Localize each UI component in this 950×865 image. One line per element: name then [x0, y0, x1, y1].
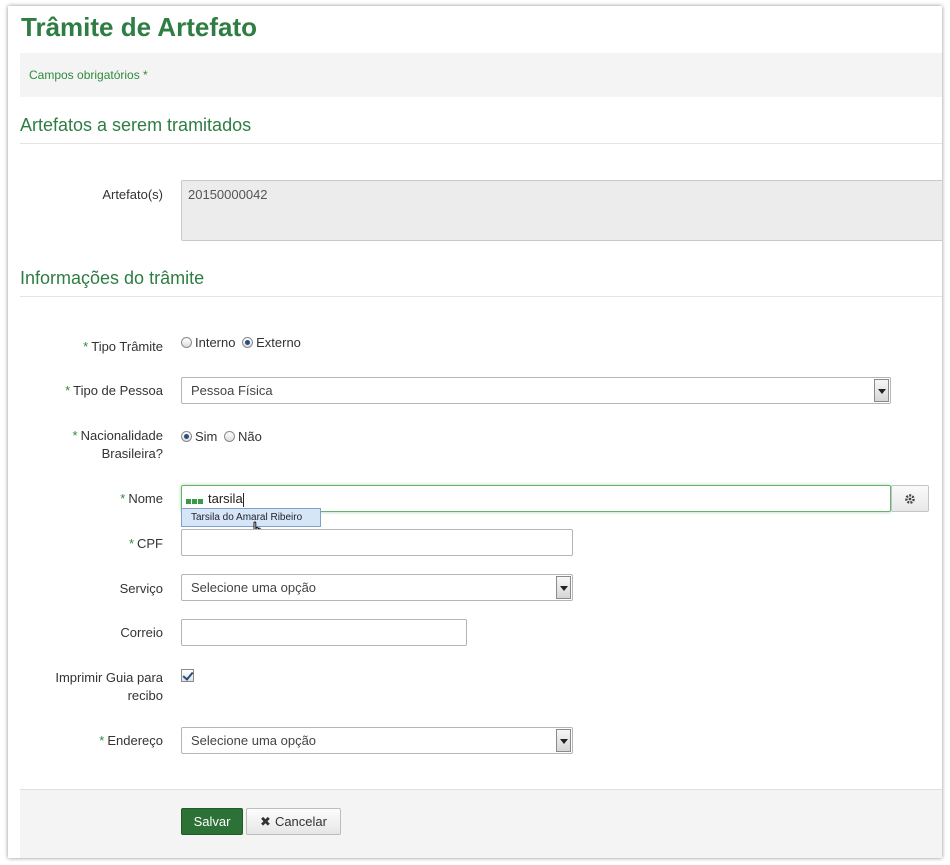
radio-button-selected[interactable] [242, 337, 254, 348]
servico-value: Selecione uma opção [191, 580, 317, 595]
artefato-label: Artefato(s) [102, 187, 163, 202]
cancel-button[interactable]: ✖ Cancelar [246, 808, 341, 835]
endereco-value: Selecione uma opção [191, 733, 317, 748]
radio-label-externo: Externo [256, 335, 301, 350]
servico-label: Serviço [119, 581, 163, 596]
section-divider [20, 143, 942, 144]
tipo-pessoa-select[interactable]: Pessoa Física [181, 377, 891, 404]
form-actions-bar [20, 789, 942, 858]
radio-sim[interactable]: Sim [181, 429, 217, 444]
radio-label-sim: Sim [195, 429, 218, 444]
required-marker: * [83, 339, 89, 354]
section-title-artefatos: Artefatos a serem tramitados [20, 115, 252, 135]
main-panel: Trâmite de Artefato Campos obrigatórios … [8, 6, 942, 858]
required-fields-bar: Campos obrigatórios * [20, 53, 942, 97]
gear-icon [905, 493, 915, 504]
nome-options-button[interactable] [891, 485, 929, 512]
cancel-label: Cancelar [274, 814, 327, 829]
radio-label-nao: Não [238, 429, 262, 444]
servico-select[interactable]: Selecione uma opção [181, 574, 573, 601]
section-divider [20, 296, 942, 297]
endereco-select[interactable]: Selecione uma opção [181, 727, 573, 754]
required-marker: * [128, 536, 134, 551]
tipo-tramite-radio-group: Interno Externo [181, 335, 304, 351]
artefato-value: 20150000042 [188, 187, 268, 202]
required-marker: * [120, 491, 126, 506]
chevron-down-icon[interactable] [556, 576, 571, 599]
cpf-input[interactable] [181, 529, 573, 556]
required-fields-note: Campos obrigatórios * [29, 68, 148, 82]
required-marker: * [65, 383, 71, 398]
nome-label: * Nome [120, 491, 163, 506]
radio-button-selected[interactable] [181, 431, 192, 442]
artefato-field: 20150000042 [181, 180, 942, 241]
page-title: Trâmite de Artefato [21, 12, 257, 42]
chevron-down-icon[interactable] [874, 379, 889, 402]
radio-externo[interactable]: Externo [242, 335, 301, 350]
chevron-down-icon[interactable] [556, 729, 571, 752]
radio-button[interactable] [224, 431, 236, 442]
endereco-label: * Endereço [99, 733, 163, 748]
required-marker: * [72, 428, 78, 443]
text-caret [242, 492, 244, 507]
imprimir-guia-checkbox[interactable] [181, 669, 194, 682]
nacionalidade-radio-group: Sim Não [181, 429, 265, 445]
nacionalidade-label: * Nacionalidade Brasileira? [72, 428, 163, 461]
correio-label: Correio [120, 625, 163, 640]
save-button[interactable]: Salvar [181, 808, 243, 835]
imprimir-guia-label: Imprimir Guia para recibo [55, 670, 163, 703]
close-icon: ✖ [260, 814, 271, 829]
tipo-pessoa-value: Pessoa Física [191, 383, 273, 398]
radio-button[interactable] [181, 337, 192, 348]
required-marker: * [99, 733, 105, 748]
cpf-label: * CPF [128, 536, 163, 551]
radio-nao[interactable]: Não [224, 429, 262, 444]
correio-input[interactable] [181, 619, 467, 646]
radio-label-interno: Interno [195, 335, 236, 350]
nome-value: tarsila [208, 491, 243, 506]
radio-interno[interactable]: Interno [181, 335, 235, 350]
section-title-informacoes: Informações do trâmite [20, 268, 205, 288]
tipo-tramite-label: * Tipo Trâmite [83, 339, 163, 354]
tipo-pessoa-label: * Tipo de Pessoa [65, 383, 163, 398]
